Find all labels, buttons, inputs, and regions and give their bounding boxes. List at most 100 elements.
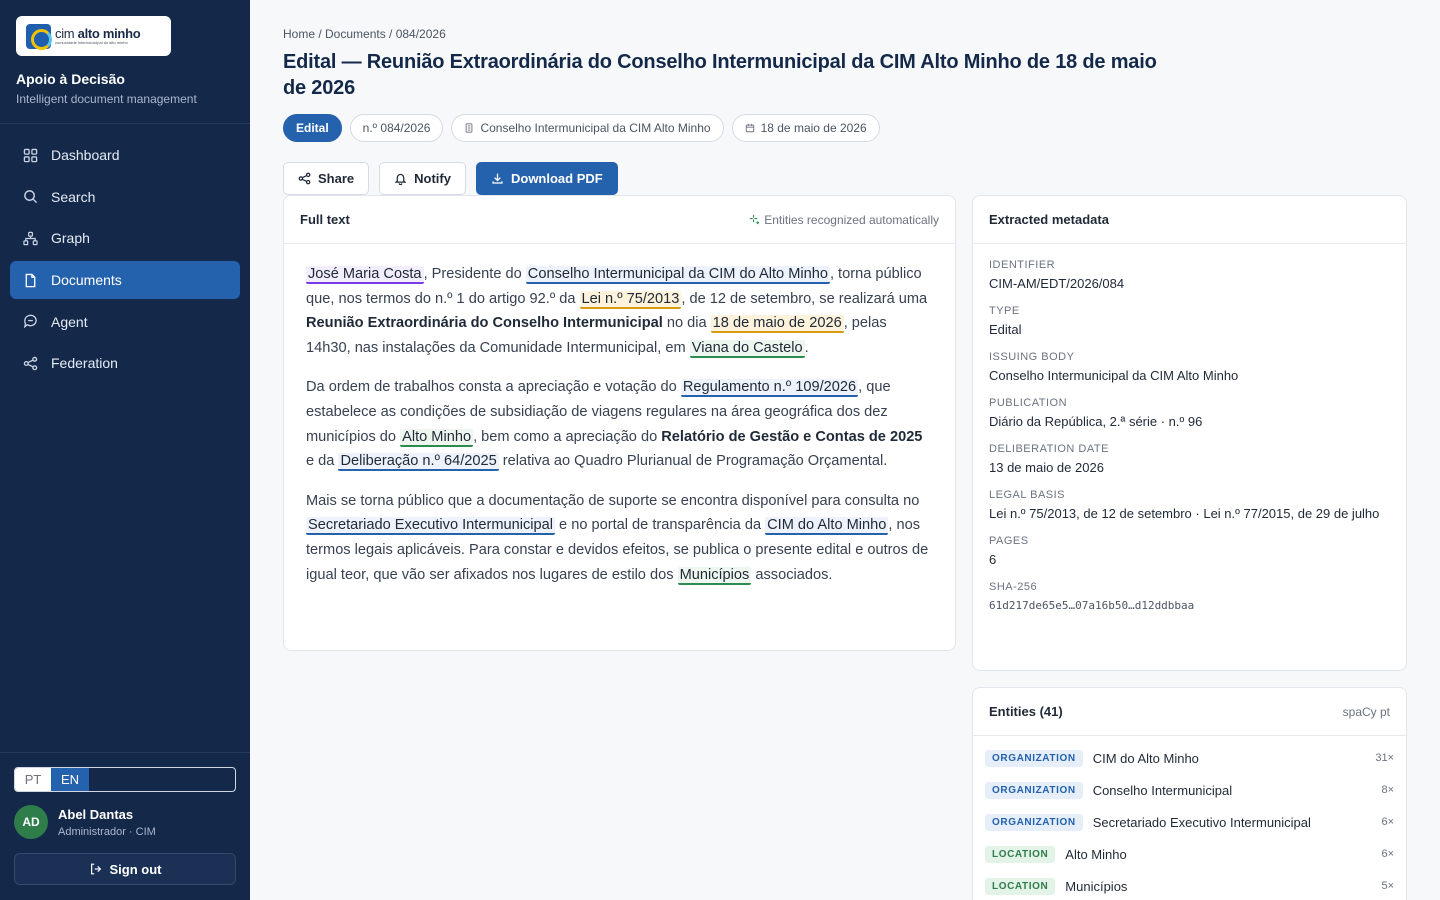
- entities-note: Entities recognized automatically: [749, 213, 939, 227]
- share-label: Share: [318, 171, 355, 186]
- list-item[interactable]: ORGANIZATION Conselho Intermunicipal 8×: [985, 774, 1394, 806]
- graph-icon: [23, 231, 38, 246]
- entity-organization[interactable]: Conselho Intermunicipal da CIM do Alto M…: [525, 266, 830, 284]
- metadata-row: ISSUING BODY Conselho Intermunicipal da C…: [989, 350, 1390, 386]
- metadata-row: PUBLICATION Diário da República, 2.ª séri…: [989, 396, 1390, 432]
- lang-option-pt[interactable]: PT: [15, 768, 51, 791]
- nav-label: Graph: [51, 230, 90, 247]
- logo-mark-icon: [26, 23, 52, 50]
- nav-item-agent[interactable]: Agent: [10, 303, 240, 341]
- entity-organization[interactable]: Secretariado Executivo Intermunicipal: [306, 517, 555, 536]
- bold-text: Reunião Extraordinária do Conselho Inter…: [306, 315, 663, 332]
- metadata-title: Extracted metadata: [989, 212, 1109, 227]
- metadata-label: DELIBERATION DATE: [989, 443, 1109, 455]
- date-label: 18 de maio de 2026: [760, 121, 867, 135]
- text-span: Da ordem de trabalhos consta a apreciaçã…: [306, 379, 681, 396]
- metadata-label: ISSUING BODY: [989, 351, 1075, 363]
- notify-button[interactable]: Notify: [379, 162, 466, 195]
- text-span: e no portal de transparência da: [554, 517, 766, 534]
- grid-icon: [23, 148, 38, 162]
- share-button[interactable]: Share: [283, 162, 370, 195]
- full-text-header: Full text Entities recognized automatica…: [284, 196, 955, 244]
- nav-item-dashboard[interactable]: Dashboard: [10, 136, 240, 174]
- sidebar-divider: [0, 123, 250, 124]
- sha256-value: 61d217de65e5…07a16b50…d12ddbbaa: [989, 599, 1195, 612]
- logo-tagline: comunidade intermunicipal do alto minho: [55, 40, 128, 45]
- list-item[interactable]: ORGANIZATION CIM do Alto Minho 31×: [985, 742, 1394, 774]
- search-icon: [24, 190, 38, 204]
- entity-name: Alto Minho: [1065, 846, 1127, 862]
- nav-label: Dashboard: [51, 147, 120, 163]
- main-nav: Dashboard Search Graph Documents Agent F…: [10, 136, 240, 386]
- text-span: , bem como a apreciação do: [473, 428, 662, 445]
- bold-text: Relatório de Gestão e Contas de 2025: [661, 428, 923, 445]
- entity-type-badge: ORGANIZATION: [985, 813, 1083, 831]
- entity-document[interactable]: Deliberação n.º 64/2025: [338, 453, 499, 472]
- entity-type-badge: LOCATION: [985, 845, 1056, 863]
- nav-item-graph[interactable]: Graph: [10, 219, 240, 257]
- list-item[interactable]: ORGANIZATION Secretariado Executivo Inte…: [985, 806, 1394, 838]
- metadata-card: Extracted metadata IDENTIFIER CIM-AM/EDT/…: [972, 195, 1407, 671]
- metadata-label: LEGAL BASIS: [989, 489, 1066, 501]
- sign-out-button[interactable]: Sign out: [14, 853, 236, 885]
- nav-label: Agent: [51, 313, 88, 330]
- lang-option-en[interactable]: EN: [51, 768, 89, 791]
- sparkle-icon: [750, 214, 760, 225]
- chat-icon: [23, 314, 37, 329]
- cim-logo[interactable]: cim alto minho comunidade intermunicipal…: [16, 16, 171, 56]
- download-pdf-button[interactable]: Download PDF: [475, 162, 618, 195]
- metadata-label: IDENTIFIER: [989, 259, 1056, 271]
- list-item[interactable]: LOCATION Alto Minho 6×: [985, 838, 1394, 870]
- entity-person[interactable]: José Maria Costa: [306, 266, 424, 284]
- nav-item-documents[interactable]: Documents: [10, 261, 240, 300]
- entity-law[interactable]: Lei n.º 75/2013: [579, 290, 682, 309]
- nav-item-search[interactable]: Search: [10, 178, 240, 216]
- full-text-title: Full text: [300, 212, 350, 227]
- avatar[interactable]: AD: [14, 805, 48, 839]
- metadata-list: IDENTIFIER CIM-AM/EDT/2026/084 TYPE Edital…: [973, 244, 1406, 616]
- metadata-value: 6: [989, 552, 997, 567]
- language-toggle[interactable]: PT EN: [14, 767, 236, 792]
- share-icon: [298, 172, 311, 185]
- metadata-row: PAGES 6: [989, 534, 1390, 570]
- download-icon: [492, 173, 503, 184]
- sign-out-label: Sign out: [109, 861, 162, 877]
- entities-header: Entities (41) spaCy pt: [973, 688, 1406, 736]
- metadata-row: SHA-256 61d217de65e5…07a16b50…d12ddbbaa: [989, 580, 1390, 616]
- app-subtitle: Intelligent document management: [16, 92, 197, 106]
- entity-type-badge: ORGANIZATION: [985, 781, 1083, 799]
- entity-document[interactable]: Regulamento n.º 109/2026: [680, 379, 859, 398]
- entity-name: CIM do Alto Minho: [1092, 750, 1199, 766]
- app-title: Apoio à Decisão: [16, 71, 125, 87]
- entity-count: 6×: [1381, 848, 1394, 860]
- entity-count: 31×: [1375, 752, 1394, 764]
- entities-card: Entities (41) spaCy pt ORGANIZATION CIM …: [972, 687, 1407, 900]
- list-item[interactable]: LOCATION Municípios 5×: [985, 870, 1394, 900]
- logo-text-bold: alto minho: [77, 26, 141, 41]
- entity-location[interactable]: Municípios: [677, 566, 752, 585]
- metadata-value: Lei n.º 75/2013, de 12 de setembro · Lei…: [989, 506, 1380, 521]
- page-title: Edital — Reunião Extraordinária do Conse…: [283, 51, 1157, 99]
- entity-organization[interactable]: CIM do Alto Minho: [765, 517, 889, 536]
- document-actions: Share Notify Download PDF: [283, 162, 628, 195]
- building-icon: [466, 123, 473, 133]
- sidebar: cim alto minho comunidade intermunicipal…: [0, 0, 250, 900]
- entity-name: Conselho Intermunicipal: [1092, 782, 1233, 798]
- text-span: .: [804, 339, 809, 356]
- text-span: , de 12 de setembro, se realizará uma: [681, 290, 928, 307]
- metadata-row: TYPE Edital: [989, 304, 1390, 340]
- issuing-body-chip: Conselho Intermunicipal da CIM Alto Minh…: [451, 114, 724, 142]
- entity-type-badge: ORGANIZATION: [985, 749, 1083, 767]
- nav-item-federation[interactable]: Federation: [10, 344, 240, 382]
- text-span: associados.: [751, 566, 833, 583]
- entity-location[interactable]: Alto Minho: [400, 428, 474, 447]
- metadata-row: LEGAL BASIS Lei n.º 75/2013, de 12 de set…: [989, 488, 1390, 524]
- entity-location[interactable]: Viana do Castelo: [689, 339, 805, 358]
- ner-engine-label: spaCy pt: [1342, 704, 1390, 719]
- entity-date[interactable]: 18 de maio de 2026: [710, 315, 844, 334]
- metadata-label: PAGES: [989, 535, 1029, 547]
- breadcrumb[interactable]: Home / Documents / 084/2026: [283, 27, 446, 41]
- metadata-row: DELIBERATION DATE 13 de maio de 2026: [989, 442, 1390, 478]
- logo-text-light: cim: [55, 26, 78, 41]
- metadata-value: Conselho Intermunicipal da CIM Alto Minh…: [989, 368, 1239, 383]
